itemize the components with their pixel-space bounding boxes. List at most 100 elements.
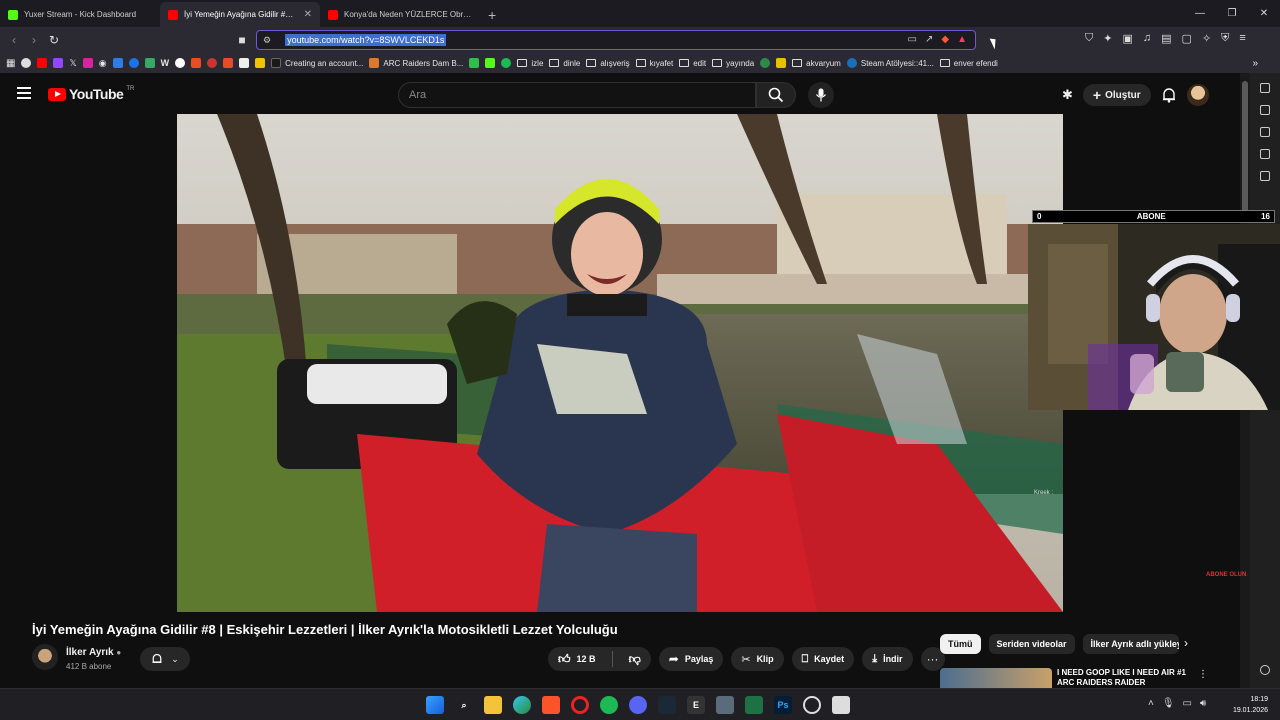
like-button[interactable]: 👍︎ 12 B bbox=[548, 647, 606, 671]
target-icon[interactable] bbox=[207, 58, 218, 68]
leo-ai-icon[interactable]: ✧ bbox=[1202, 32, 1211, 45]
dislike-button[interactable]: 👎︎ bbox=[619, 647, 651, 671]
channel-name[interactable]: İlker Ayrık ● bbox=[66, 647, 121, 658]
search-input[interactable]: Ara bbox=[398, 82, 756, 108]
twitch-icon[interactable] bbox=[53, 58, 64, 68]
wallet-panel-icon[interactable] bbox=[1260, 127, 1270, 137]
windows-start-icon[interactable] bbox=[426, 696, 444, 714]
side-panel-icon[interactable] bbox=[1260, 83, 1270, 93]
file-explorer-icon[interactable] bbox=[484, 696, 502, 714]
bookmark-folder-alisveris[interactable]: alışveriş bbox=[586, 59, 630, 68]
reading-list-icon[interactable] bbox=[1260, 171, 1270, 181]
sidebar-icon[interactable]: ▤ bbox=[1161, 32, 1171, 45]
close-window-icon[interactable]: ✕ bbox=[1248, 0, 1280, 26]
play-icon[interactable] bbox=[128, 58, 139, 68]
bookmark-arc-raiders[interactable]: ARC Raiders Dam B... bbox=[369, 58, 463, 68]
steam-icon[interactable] bbox=[658, 696, 676, 714]
chrome-icon[interactable] bbox=[21, 58, 32, 68]
spotify-icon[interactable] bbox=[501, 58, 512, 68]
q-icon[interactable] bbox=[760, 58, 771, 68]
brave-icon[interactable] bbox=[542, 696, 560, 714]
create-button[interactable]: + Oluştur bbox=[1082, 84, 1151, 106]
cloud-icon[interactable] bbox=[112, 58, 123, 68]
tab-kick-dashboard[interactable]: Yuxer Stream - Kick Dashboard bbox=[0, 2, 160, 27]
bookmark-folder-izle[interactable]: izle bbox=[517, 59, 543, 68]
obs-icon[interactable] bbox=[803, 696, 821, 714]
share-icon[interactable]: ↗ bbox=[925, 34, 933, 45]
tab-youtube-video[interactable]: İyi Yemeğin Ayağına Gidilir #8 | Eskişeh… bbox=[160, 2, 320, 27]
notifications-bell-icon[interactable] bbox=[1161, 87, 1177, 103]
subscription-bell-button[interactable]: ⌄ bbox=[140, 647, 190, 671]
bookmark-folder-yayinda[interactable]: yayında bbox=[712, 59, 754, 68]
instagram-icon[interactable] bbox=[82, 58, 93, 68]
menu-icon[interactable]: ≡ bbox=[1239, 32, 1245, 45]
bookmark-folder-akvaryum[interactable]: akvaryum bbox=[792, 59, 841, 68]
reload-icon[interactable]: ↻ bbox=[44, 30, 64, 50]
search-button[interactable] bbox=[756, 82, 796, 108]
wallet-icon[interactable]: ▣ bbox=[1122, 32, 1132, 45]
clip-button[interactable]: ✂ Klip bbox=[731, 647, 784, 671]
bookmark-icon[interactable]: ■ bbox=[232, 30, 252, 50]
music-icon[interactable]: ♫ bbox=[1143, 32, 1151, 45]
tab-konya-video[interactable]: Konya'da Neden YÜZLERCE Obruk Açılıyor bbox=[320, 2, 480, 27]
download-button[interactable]: ⤓ İndir bbox=[862, 647, 913, 671]
chip-all[interactable]: Tümü bbox=[940, 634, 981, 654]
extensions-icon[interactable]: ✦ bbox=[1103, 32, 1112, 45]
translate-icon[interactable] bbox=[144, 58, 155, 68]
youtube-icon[interactable] bbox=[37, 58, 48, 68]
tray-expand-icon[interactable]: ˄ bbox=[1148, 698, 1154, 709]
opera-icon[interactable] bbox=[571, 696, 589, 714]
circle-icon[interactable] bbox=[175, 58, 186, 68]
spotify-icon[interactable] bbox=[600, 696, 618, 714]
edge-icon[interactable] bbox=[513, 696, 531, 714]
youtube-logo[interactable]: YouTube TR bbox=[48, 86, 134, 102]
volume-icon[interactable]: 🔊︎ bbox=[1200, 698, 1206, 709]
yellow-app-icon[interactable] bbox=[776, 58, 787, 68]
bookmark-orange-icon[interactable] bbox=[191, 58, 202, 68]
puzzle-extension-icon[interactable]: ✱ bbox=[1062, 87, 1073, 103]
w-icon[interactable]: W bbox=[161, 58, 170, 68]
bookmark-folder-enver-efendi[interactable]: enver efendi bbox=[939, 59, 998, 68]
bookmark-creating-account[interactable]: Creating an account... bbox=[271, 58, 363, 68]
vpn-icon[interactable]: ⛉ bbox=[1085, 32, 1093, 45]
minimize-icon[interactable]: — bbox=[1184, 0, 1216, 26]
chip-uploader[interactable]: İlker Ayrık adlı yükley bbox=[1082, 634, 1179, 654]
bookmark-folder-dinle[interactable]: dinle bbox=[549, 59, 580, 68]
share-button[interactable]: ➦ Paylaş bbox=[658, 647, 724, 671]
hamburger-menu-icon[interactable] bbox=[17, 87, 31, 99]
search-icon[interactable]: ⌕ bbox=[455, 696, 473, 714]
app-recording-icon[interactable] bbox=[832, 696, 850, 714]
close-tab-icon[interactable]: ✕ bbox=[304, 9, 312, 20]
calculator-icon[interactable] bbox=[716, 696, 734, 714]
address-bar[interactable]: ⚙ youtube.com/watch?v=8SWVLCEKD1s ▭ ↗ ◆ … bbox=[256, 30, 976, 50]
discord-icon[interactable] bbox=[629, 696, 647, 714]
settings-gear-icon[interactable] bbox=[1260, 665, 1270, 675]
bookmark-folder-kiyafet[interactable]: kıyafet bbox=[635, 59, 673, 68]
channel-avatar[interactable] bbox=[32, 644, 58, 670]
excel-icon[interactable] bbox=[745, 696, 763, 714]
github-icon[interactable]: ◉ bbox=[99, 58, 107, 69]
bookmark-panel-icon[interactable] bbox=[1260, 105, 1270, 115]
network-icon[interactable]: ▭ bbox=[1183, 698, 1192, 709]
maximize-icon[interactable]: ❐ bbox=[1216, 0, 1248, 26]
recommended-video-thumbnail[interactable] bbox=[940, 668, 1052, 688]
bookmark-steam-atolyesi[interactable]: Steam Atölyesi::41... bbox=[846, 58, 934, 68]
photoshop-icon[interactable]: Ps bbox=[774, 696, 792, 714]
taskbar-clock[interactable]: 18:19 19.01.2026 bbox=[1233, 694, 1268, 716]
new-tab-button[interactable]: + bbox=[480, 2, 504, 27]
history-panel-icon[interactable] bbox=[1260, 149, 1270, 159]
green-app-icon[interactable] bbox=[469, 58, 480, 68]
apps-grid-icon[interactable]: ▦ bbox=[6, 58, 15, 69]
scrollbar-thumb[interactable] bbox=[1242, 81, 1248, 221]
wallet-icon[interactable]: ▢ bbox=[1182, 32, 1192, 45]
shield-icon[interactable]: ⛨ bbox=[1221, 32, 1229, 45]
chevron-right-icon[interactable]: › bbox=[1184, 636, 1188, 650]
brave-shields-icon[interactable]: ◆ bbox=[941, 34, 949, 45]
video-player[interactable] bbox=[177, 114, 1063, 612]
microphone-tray-icon[interactable]: 🎙︎ bbox=[1162, 698, 1175, 709]
screenshot-icon[interactable]: ▭ bbox=[908, 34, 917, 45]
back-icon[interactable]: ‹ bbox=[4, 30, 24, 50]
battery-icon[interactable] bbox=[255, 58, 266, 68]
brave-rewards-icon[interactable]: ▲ bbox=[957, 34, 967, 45]
m-icon[interactable] bbox=[223, 58, 234, 68]
